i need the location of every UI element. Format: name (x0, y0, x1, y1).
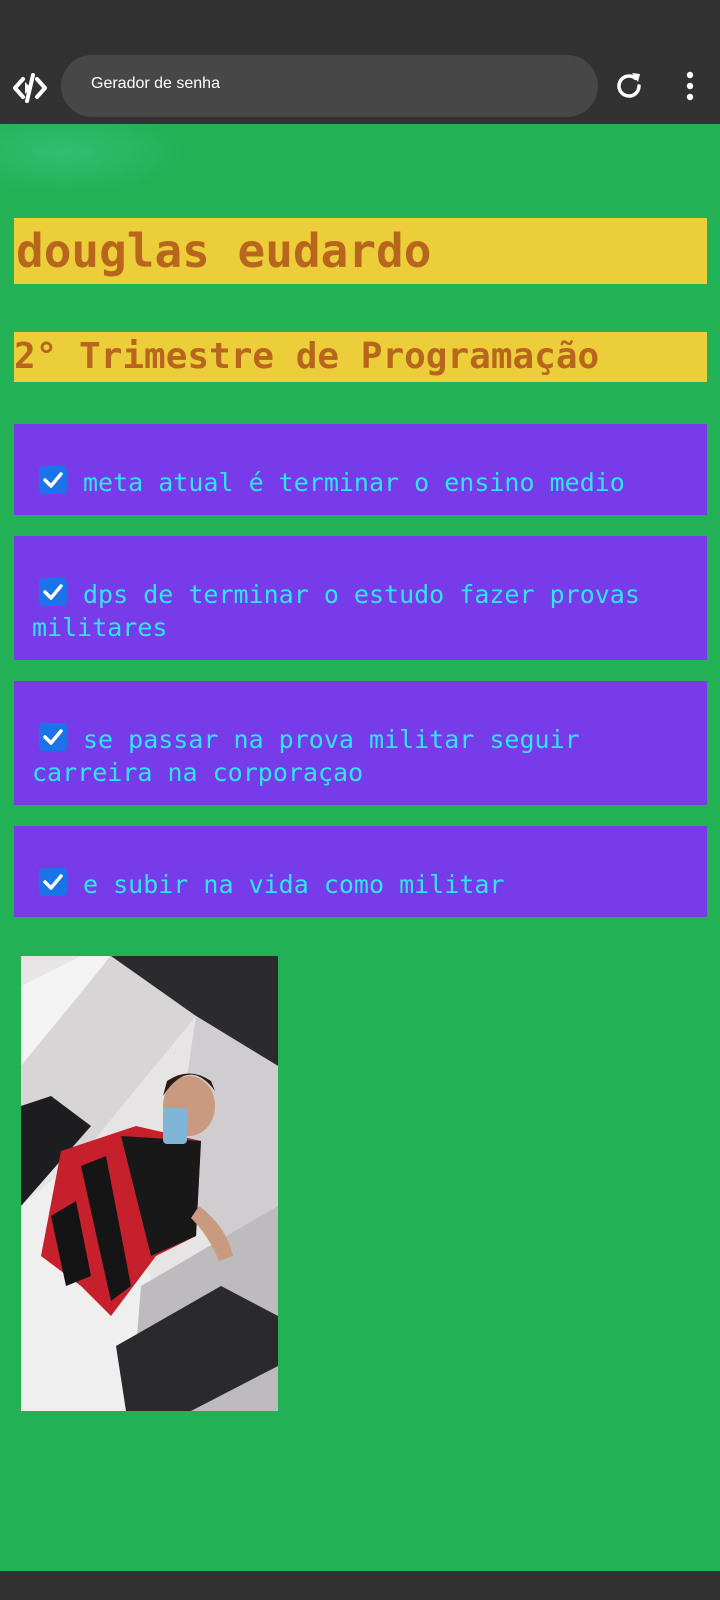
page-title-text: Gerador de senha (91, 75, 220, 92)
checkbox-icon[interactable] (39, 868, 67, 896)
page-subtitle: 2° Trimestre de Programação (14, 332, 707, 382)
goal-label: dps de terminar o estudo fazer provas mi… (32, 580, 640, 642)
browser-toolbar: Gerador de senha (0, 52, 720, 124)
page-title: douglas eudardo (14, 218, 707, 284)
checkbox-icon[interactable] (39, 578, 67, 606)
goal-item: dps de terminar o estudo fazer provas mi… (14, 536, 707, 660)
reload-icon[interactable] (612, 69, 646, 103)
checkbox-icon[interactable] (39, 466, 67, 494)
profile-photo (21, 956, 278, 1411)
status-bar (0, 0, 720, 52)
goal-label: se passar na prova militar seguir carrei… (32, 725, 580, 787)
goal-label: e subir na vida como militar (83, 870, 505, 899)
code-logo-icon[interactable] (12, 70, 48, 106)
decorative-glow (0, 124, 190, 194)
goal-item: se passar na prova militar seguir carrei… (14, 681, 707, 805)
checkbox-icon[interactable] (39, 723, 67, 751)
address-bar[interactable]: Gerador de senha (61, 55, 598, 117)
goal-item: e subir na vida como militar (14, 826, 707, 917)
more-vert-icon[interactable] (672, 68, 708, 104)
system-navigation-bar (0, 1571, 720, 1600)
goal-label: meta atual é terminar o ensino medio (83, 468, 625, 497)
goal-item: meta atual é terminar o ensino medio (14, 424, 707, 515)
